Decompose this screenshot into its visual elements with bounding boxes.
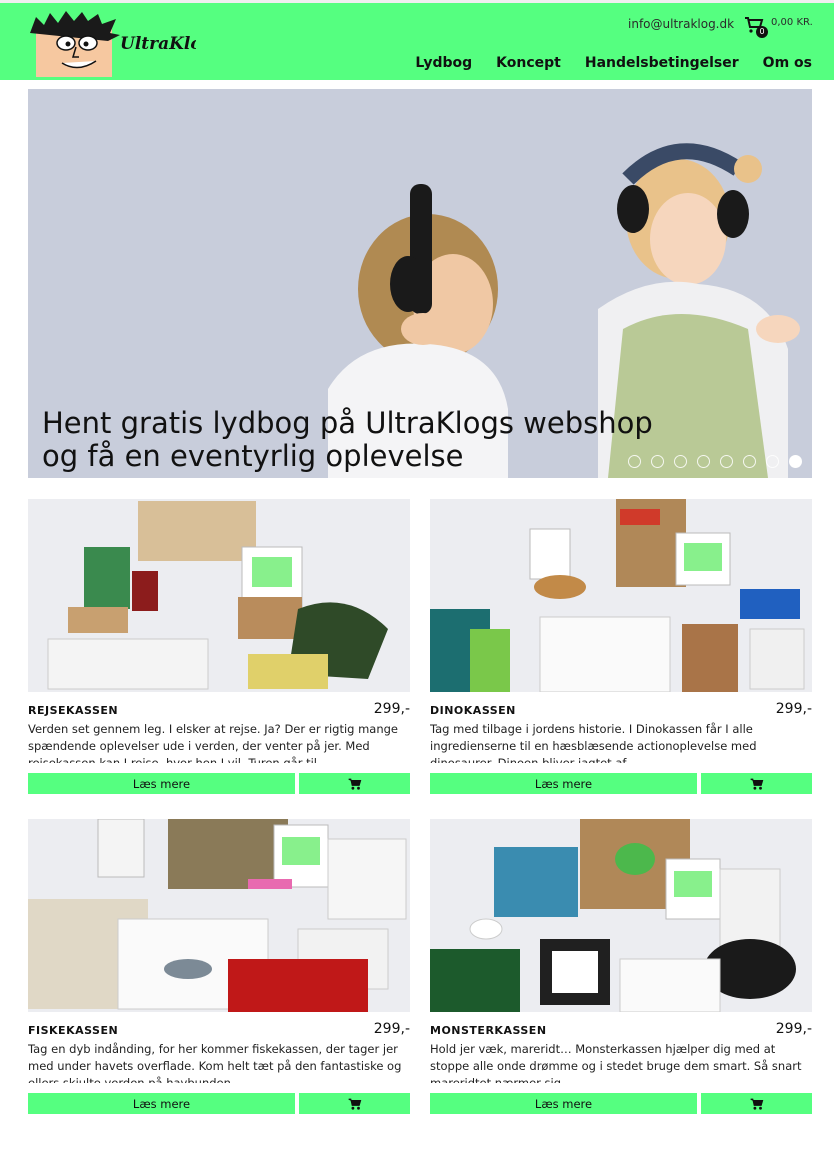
product-description: Verden set gennem leg. I elsker at rejse… <box>28 722 399 763</box>
hero-caption-line1: Hent gratis lydbog på UltraKlogs webshop <box>42 406 653 440</box>
product-name[interactable]: DINOKASSEN <box>430 704 516 717</box>
product-name[interactable]: MONSTERKASSEN <box>430 1024 547 1037</box>
hero-caption: Hent gratis lydbog på UltraKlogs webshop… <box>42 407 653 473</box>
read-more-button[interactable]: Læs mere <box>28 773 295 794</box>
product-description: Tag med tilbage i jordens historie. I Di… <box>430 722 757 763</box>
nav-koncept[interactable]: Koncept <box>496 55 561 71</box>
product-image[interactable] <box>28 819 410 1012</box>
add-to-cart-button[interactable] <box>701 1093 812 1114</box>
product-price: 299,- <box>373 701 410 717</box>
cart-icon <box>749 778 763 790</box>
add-to-cart-button[interactable] <box>701 773 812 794</box>
slider-dot[interactable] <box>628 455 641 468</box>
hero-caption-line2: og få en eventyrlig oplevelse <box>42 439 464 473</box>
read-more-button[interactable]: Læs mere <box>430 773 697 794</box>
site-header: UltraKlog info@ultraklog.dk 0 0,00 KR. L… <box>0 0 834 80</box>
slider-dot[interactable] <box>720 455 733 468</box>
nav-om-os[interactable]: Om os <box>763 55 812 71</box>
hero-slider[interactable]: Hent gratis lydbog på UltraKlogs webshop… <box>28 89 812 478</box>
add-to-cart-button[interactable] <box>299 1093 410 1114</box>
product-card-fiskekassen: FISKEKASSEN 299,- Tag en dyb indånding, … <box>28 819 410 1119</box>
contact-email-link[interactable]: info@ultraklog.dk <box>628 17 734 31</box>
slider-dot[interactable] <box>743 455 756 468</box>
product-card-dinokassen: DINOKASSEN 299,- Tag med tilbage i jorde… <box>430 499 812 799</box>
cart-total: 0,00 KR. <box>771 17 813 28</box>
cart-icon <box>749 1098 763 1110</box>
product-name[interactable]: FISKEKASSEN <box>28 1024 118 1037</box>
main-nav: Lydbog Koncept Handelsbetingelser Om os <box>415 55 812 71</box>
product-price: 299,- <box>775 1021 812 1037</box>
product-card-monsterkassen: MONSTERKASSEN 299,- Hold jer væk, mareri… <box>430 819 812 1119</box>
nav-handelsbetingelser[interactable]: Handelsbetingelser <box>585 55 739 71</box>
product-price: 299,- <box>373 1021 410 1037</box>
product-image[interactable] <box>430 819 812 1012</box>
slider-dot[interactable] <box>697 455 710 468</box>
product-description: Tag en dyb indånding, for her kommer fis… <box>28 1042 402 1083</box>
read-more-button[interactable]: Læs mere <box>430 1093 697 1114</box>
cart-count-badge: 0 <box>756 26 768 38</box>
product-image[interactable] <box>430 499 812 692</box>
product-description: Hold jer væk, mareridt… Monsterkassen hj… <box>430 1042 802 1083</box>
product-image[interactable] <box>28 499 410 692</box>
slider-dot[interactable] <box>766 455 779 468</box>
ultraklog-logo[interactable]: UltraKlog <box>26 9 214 79</box>
product-card-rejsekassen: REJSEKASSEN 299,- Verden set gennem leg.… <box>28 499 410 799</box>
mini-cart[interactable]: 0 0,00 KR. <box>744 15 814 39</box>
cart-icon <box>347 778 361 790</box>
read-more-button[interactable]: Læs mere <box>28 1093 295 1114</box>
nav-lydbog[interactable]: Lydbog <box>415 55 472 71</box>
slider-dot-active[interactable] <box>789 455 802 468</box>
slider-dot[interactable] <box>674 455 687 468</box>
cart-icon <box>347 1098 361 1110</box>
product-price: 299,- <box>775 701 812 717</box>
svg-text:UltraKlog: UltraKlog <box>120 34 196 54</box>
slider-dot[interactable] <box>651 455 664 468</box>
add-to-cart-button[interactable] <box>299 773 410 794</box>
slider-dots <box>628 455 802 468</box>
product-name[interactable]: REJSEKASSEN <box>28 704 118 717</box>
